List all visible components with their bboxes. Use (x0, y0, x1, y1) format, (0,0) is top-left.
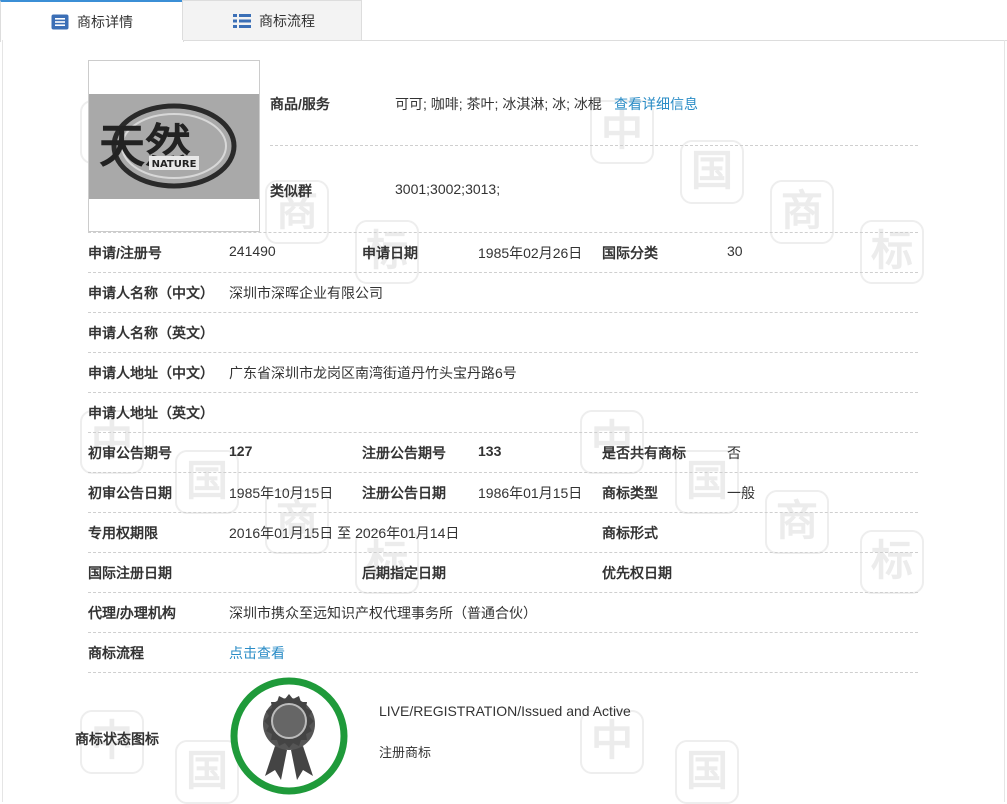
process-view-link[interactable]: 点击查看 (229, 643, 285, 663)
applicant-name-cn-value: 深圳市深晖企业有限公司 (229, 285, 383, 301)
status-text-cn: 注册商标 (379, 745, 432, 760)
divider (88, 272, 918, 273)
trademark-logo-graphic: 天然 NATURE (89, 94, 259, 199)
tm-type-value: 一般 (727, 485, 755, 501)
prelim-pub-no-value: 127 (229, 443, 253, 459)
reg-pub-date-value: 1986年01月15日 (478, 485, 583, 501)
applicant-addr-en-label: 申请人地址（英文） (88, 405, 214, 421)
trademark-image[interactable]: 天然 NATURE (88, 60, 260, 232)
tab-label: 商标流程 (259, 13, 315, 29)
tab-bar: 商标详情 商标流程 (0, 0, 1007, 42)
exclusive-period-value: 2016年01月15日 至 2026年01月14日 (229, 525, 460, 541)
watermark-glyph: 国 (175, 450, 239, 514)
reg-pub-no-value: 133 (478, 443, 502, 459)
intl-reg-date-label: 国际注册日期 (88, 565, 172, 581)
watermark-glyph: 商 (770, 180, 834, 244)
divider (88, 232, 918, 233)
similar-group-value: 3001;3002;3013; (395, 181, 501, 197)
later-designation-date-label: 后期指定日期 (362, 565, 446, 581)
divider (88, 432, 918, 433)
divider (270, 145, 918, 146)
status-text: LIVE/REGISTRATION/Issued and Active (379, 703, 631, 719)
exclusive-period-label: 专用权期限 (88, 525, 158, 541)
shared-tm-label: 是否共有商标 (602, 445, 686, 461)
divider (88, 512, 918, 513)
list-icon (233, 14, 251, 28)
tm-form-label: 商标形式 (602, 525, 658, 541)
applicant-name-cn-label: 申请人名称（中文） (88, 285, 214, 301)
divider (88, 632, 918, 633)
tab-trademark-process[interactable]: 商标流程 (182, 0, 362, 40)
tab-trademark-details[interactable]: 商标详情 (0, 0, 184, 42)
intl-class-label: 国际分类 (602, 245, 658, 261)
watermark-glyph: 商 (765, 490, 829, 554)
divider (88, 592, 918, 593)
agent-value: 深圳市携众至远知识产权代理事务所（普通合伙） (229, 605, 537, 621)
apply-date-label: 申请日期 (362, 245, 418, 261)
similar-group-label: 类似群 (270, 183, 312, 199)
watermark-glyph: 中 (580, 410, 644, 474)
priority-date-label: 优先权日期 (602, 565, 672, 581)
divider (88, 552, 918, 553)
document-list-icon (51, 14, 69, 30)
intl-class-value: 30 (727, 243, 743, 259)
watermark-glyph: 标 (860, 530, 924, 594)
reg-pub-no-label: 注册公告期号 (362, 445, 446, 461)
prelim-pub-no-label: 初审公告期号 (88, 445, 172, 461)
apply-date-value: 1985年02月26日 (478, 245, 583, 261)
reg-pub-date-label: 注册公告日期 (362, 485, 446, 501)
logo-subtext: NATURE (152, 159, 197, 170)
status-badge-icon (230, 677, 348, 795)
watermark-glyph: 国 (675, 740, 739, 804)
tab-label: 商标详情 (77, 14, 133, 30)
divider (88, 472, 918, 473)
watermark-glyph: 标 (860, 220, 924, 284)
reg-no-value: 241490 (229, 243, 276, 259)
status-icon-label: 商标状态图标 (75, 731, 159, 747)
process-label: 商标流程 (88, 645, 144, 661)
watermark-glyph: 国 (680, 140, 744, 204)
prelim-pub-date-label: 初审公告日期 (88, 485, 172, 501)
divider (88, 392, 918, 393)
divider (88, 312, 918, 313)
reg-no-label: 申请/注册号 (88, 245, 162, 261)
divider (88, 352, 918, 353)
goods-value: 可可; 咖啡; 茶叶; 冰淇淋; 冰; 冰棍 (395, 96, 602, 112)
goods-label: 商品/服务 (270, 96, 330, 112)
applicant-name-en-label: 申请人名称（英文） (88, 325, 214, 341)
applicant-addr-cn-value: 广东省深圳市龙岗区南湾街道丹竹头宝丹路6号 (229, 365, 517, 381)
divider (88, 672, 918, 673)
trademark-logo: 天然 NATURE (89, 94, 259, 199)
applicant-addr-cn-label: 申请人地址（中文） (88, 365, 214, 381)
view-details-link[interactable]: 查看详细信息 (614, 94, 698, 114)
shared-tm-value: 否 (727, 445, 741, 461)
prelim-pub-date-value: 1985年10月15日 (229, 485, 334, 501)
agent-label: 代理/办理机构 (88, 605, 176, 621)
watermark-glyph: 中 (580, 710, 644, 774)
tm-type-label: 商标类型 (602, 485, 658, 501)
